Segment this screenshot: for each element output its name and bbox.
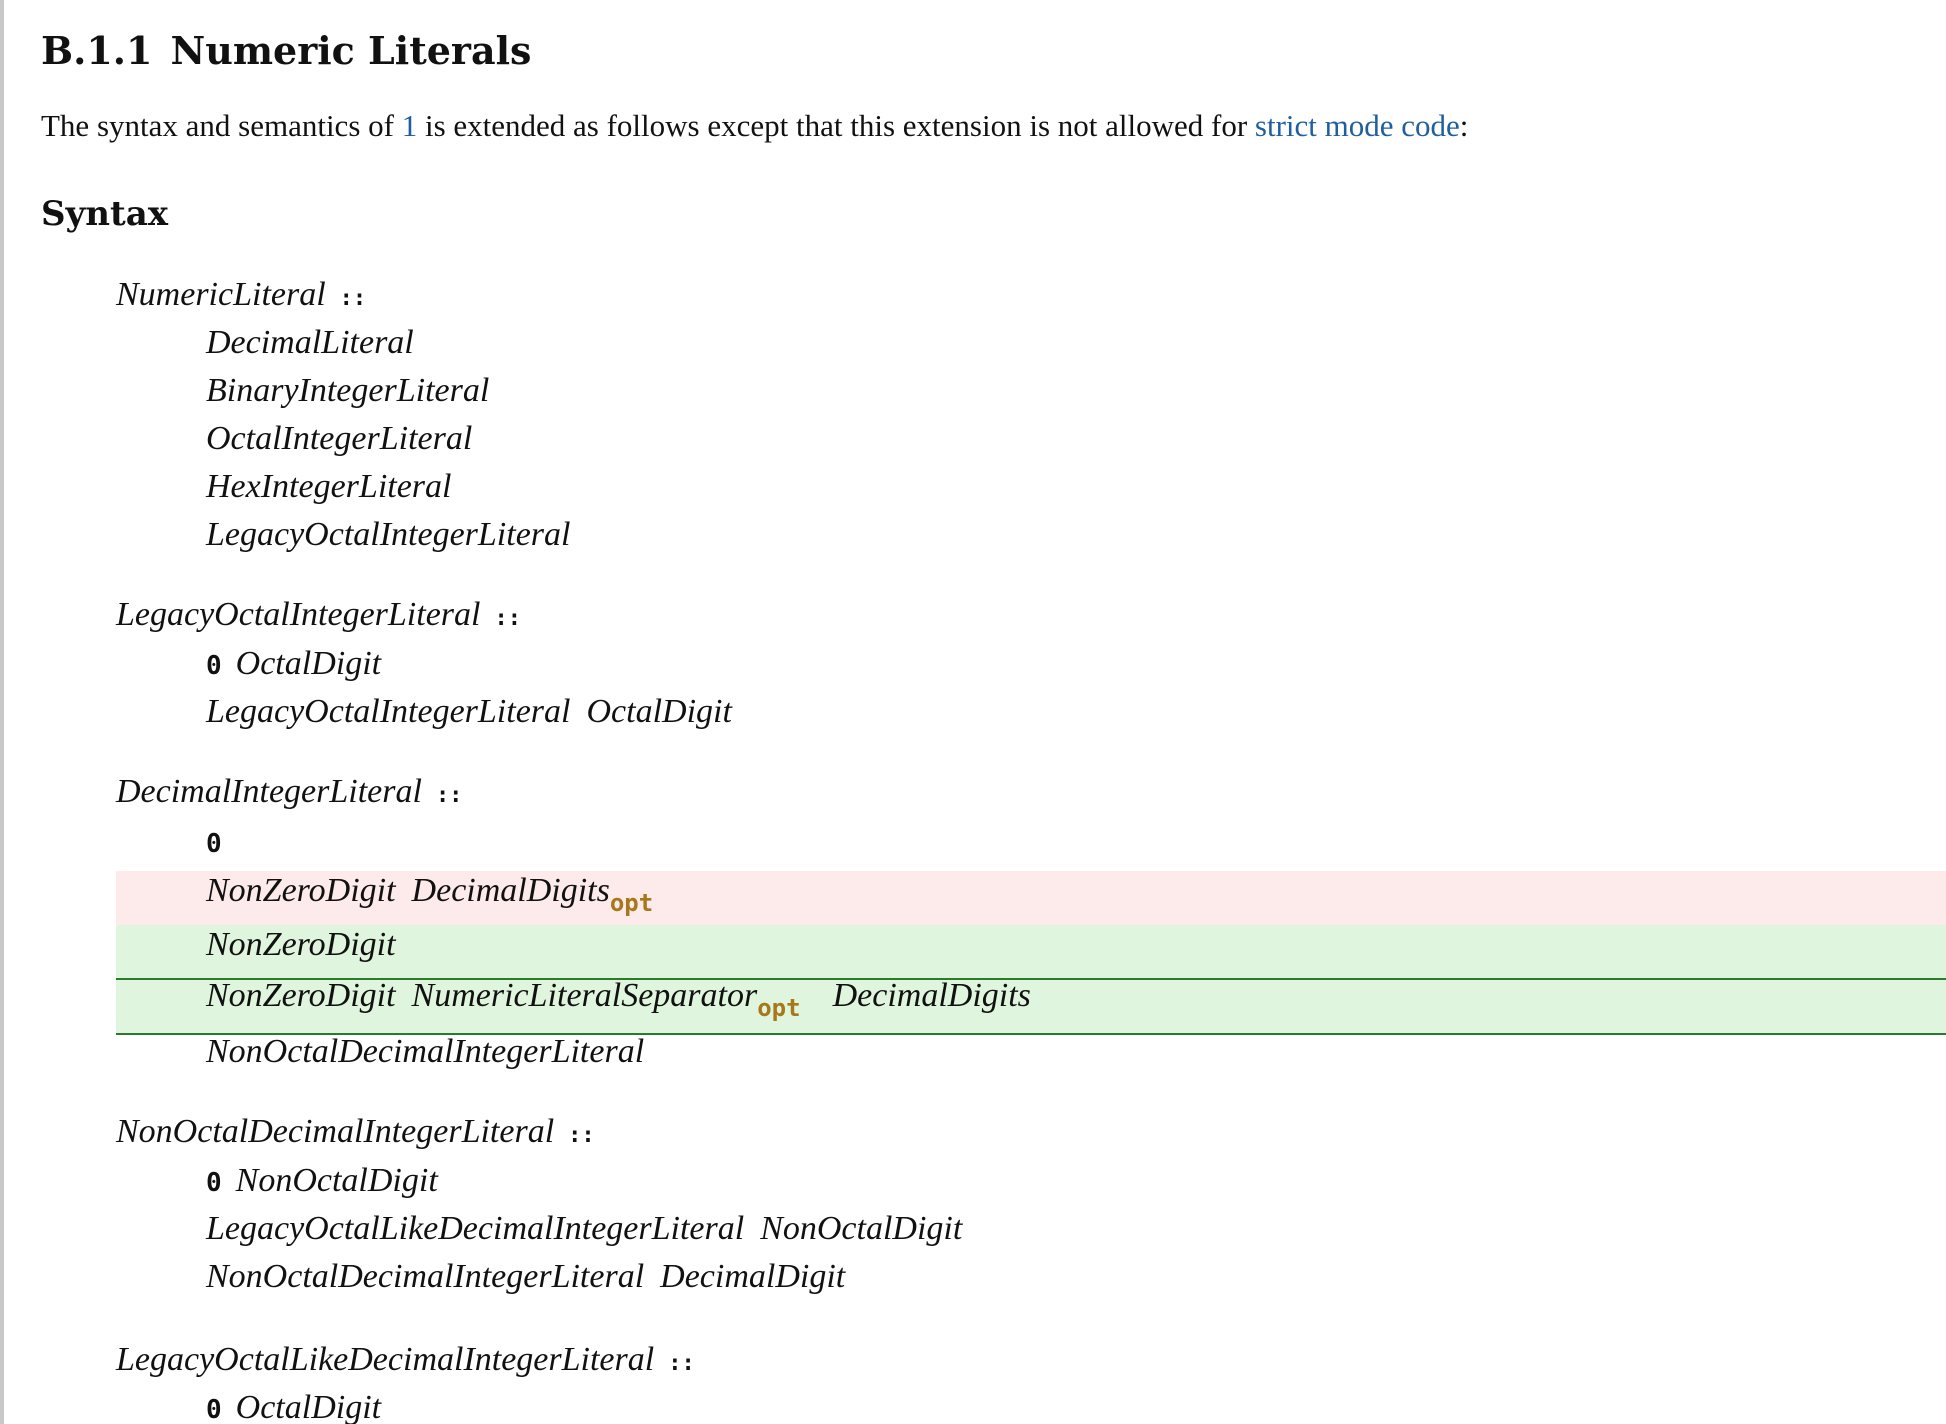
geq-symbol: :: [494, 606, 521, 631]
production-rhs: LegacyOctalIntegerLiteral [206, 516, 570, 554]
nonterminal[interactable]: NonZeroDigit [206, 926, 396, 963]
production-rhs: 0 NonOctalDigit [206, 1162, 438, 1200]
nonterminal[interactable]: NonOctalDecimalIntegerLiteral [206, 1033, 644, 1070]
optional-marker: opt [609, 889, 654, 917]
production-non-octal-decimal-integer-literal-lhs: NonOctalDecimalIntegerLiteral:: [116, 1113, 595, 1151]
nonterminal[interactable]: OctalDigit [236, 1389, 381, 1424]
production-numeric-literal-lhs: NumericLiteral:: [116, 276, 366, 314]
nonterminal[interactable]: LegacyOctalIntegerLiteral [206, 516, 570, 553]
geq-symbol: :: [568, 1123, 595, 1148]
section-heading: B.1.1 Numeric Literals [41, 28, 531, 73]
nonterminal[interactable]: OctalDigit [236, 645, 381, 682]
production-rhs-inserted: NonZeroDigit [206, 926, 396, 964]
geq-symbol: :: [668, 1351, 695, 1376]
nonterminal[interactable]: NonOctalDigit [760, 1210, 962, 1247]
production-rhs: 0 [206, 823, 236, 861]
nonterminal[interactable]: NonOctalDecimalIntegerLiteral [206, 1258, 644, 1295]
production-rhs: 0 OctalDigit [206, 1389, 381, 1424]
syntax-heading: Syntax [41, 194, 169, 234]
production-rhs: 0 OctalDigit [206, 645, 381, 683]
nonterminal[interactable]: DecimalIntegerLiteral [116, 773, 422, 810]
geq-symbol: :: [339, 286, 367, 311]
nonterminal[interactable]: LegacyOctalIntegerLiteral [206, 693, 570, 730]
terminal-zero: 0 [206, 829, 222, 859]
section-title: Numeric Literals [170, 28, 532, 73]
production-legacy-octal-like-decimal-integer-literal-lhs: LegacyOctalLikeDecimalIntegerLiteral:: [116, 1341, 695, 1379]
terminal-zero: 0 [206, 1395, 222, 1424]
strict-mode-code-link[interactable]: strict mode code [1255, 108, 1460, 143]
intro-paragraph: The syntax and semantics of 1 is extende… [41, 108, 1468, 144]
nonterminal[interactable]: NumericLiteralSeparator [412, 977, 758, 1014]
terminal-zero: 0 [206, 651, 222, 681]
production-rhs: DecimalLiteral [206, 324, 414, 362]
production-rhs: BinaryIntegerLiteral [206, 372, 489, 410]
optional-marker: opt [757, 994, 801, 1022]
production-rhs-deleted: NonZeroDigit DecimalDigitsopt [206, 872, 653, 917]
production-rhs-inserted: NonZeroDigit NumericLiteralSeparatoropt De… [206, 977, 1031, 1022]
intro-text-end: : [1459, 108, 1469, 143]
nonterminal[interactable]: HexIntegerLiteral [206, 468, 452, 505]
production-decimal-integer-literal-lhs: DecimalIntegerLiteral:: [116, 773, 462, 811]
section-number: B.1.1 [41, 28, 153, 73]
nonterminal[interactable]: NonZeroDigit [206, 872, 396, 909]
production-rhs: LegacyOctalIntegerLiteral OctalDigit [206, 693, 732, 731]
nonterminal[interactable]: DecimalDigits [833, 977, 1031, 1014]
nonterminal[interactable]: OctalDigit [586, 693, 731, 730]
production-rhs: OctalIntegerLiteral [206, 420, 472, 458]
nonterminal[interactable]: NonOctalDecimalIntegerLiteral [116, 1113, 554, 1150]
production-rhs: HexIntegerLiteral [206, 468, 452, 506]
nonterminal[interactable]: LegacyOctalLikeDecimalIntegerLiteral [116, 1341, 654, 1378]
production-rhs: NonOctalDecimalIntegerLiteral [206, 1033, 644, 1071]
nonterminal[interactable]: DecimalDigit [660, 1258, 845, 1295]
production-rhs: NonOctalDecimalIntegerLiteral DecimalDigi… [206, 1258, 845, 1296]
nonterminal[interactable]: BinaryIntegerLiteral [206, 372, 489, 409]
geq-symbol: :: [435, 783, 463, 808]
nonterminal[interactable]: DecimalLiteral [206, 324, 414, 361]
nonterminal[interactable]: NonZeroDigit [206, 977, 396, 1014]
nonterminal[interactable]: NumericLiteral [116, 276, 326, 313]
nonterminal[interactable]: LegacyOctalLikeDecimalIntegerLiteral [206, 1210, 744, 1247]
terminal-zero: 0 [206, 1168, 222, 1198]
intro-text-middle: is extended as follows except that this … [417, 108, 1255, 143]
production-rhs: LegacyOctalLikeDecimalIntegerLiteral NonO… [206, 1210, 962, 1248]
intro-link-1[interactable]: 1 [402, 108, 418, 143]
intro-text-start: The syntax and semantics of [41, 108, 402, 143]
production-legacy-octal-integer-literal-lhs: LegacyOctalIntegerLiteral:: [116, 596, 521, 634]
nonterminal[interactable]: OctalIntegerLiteral [206, 420, 472, 457]
page-left-border [0, 0, 4, 1424]
nonterminal[interactable]: NonOctalDigit [236, 1162, 438, 1199]
nonterminal[interactable]: LegacyOctalIntegerLiteral [116, 596, 480, 633]
nonterminal[interactable]: DecimalDigits [412, 872, 610, 909]
